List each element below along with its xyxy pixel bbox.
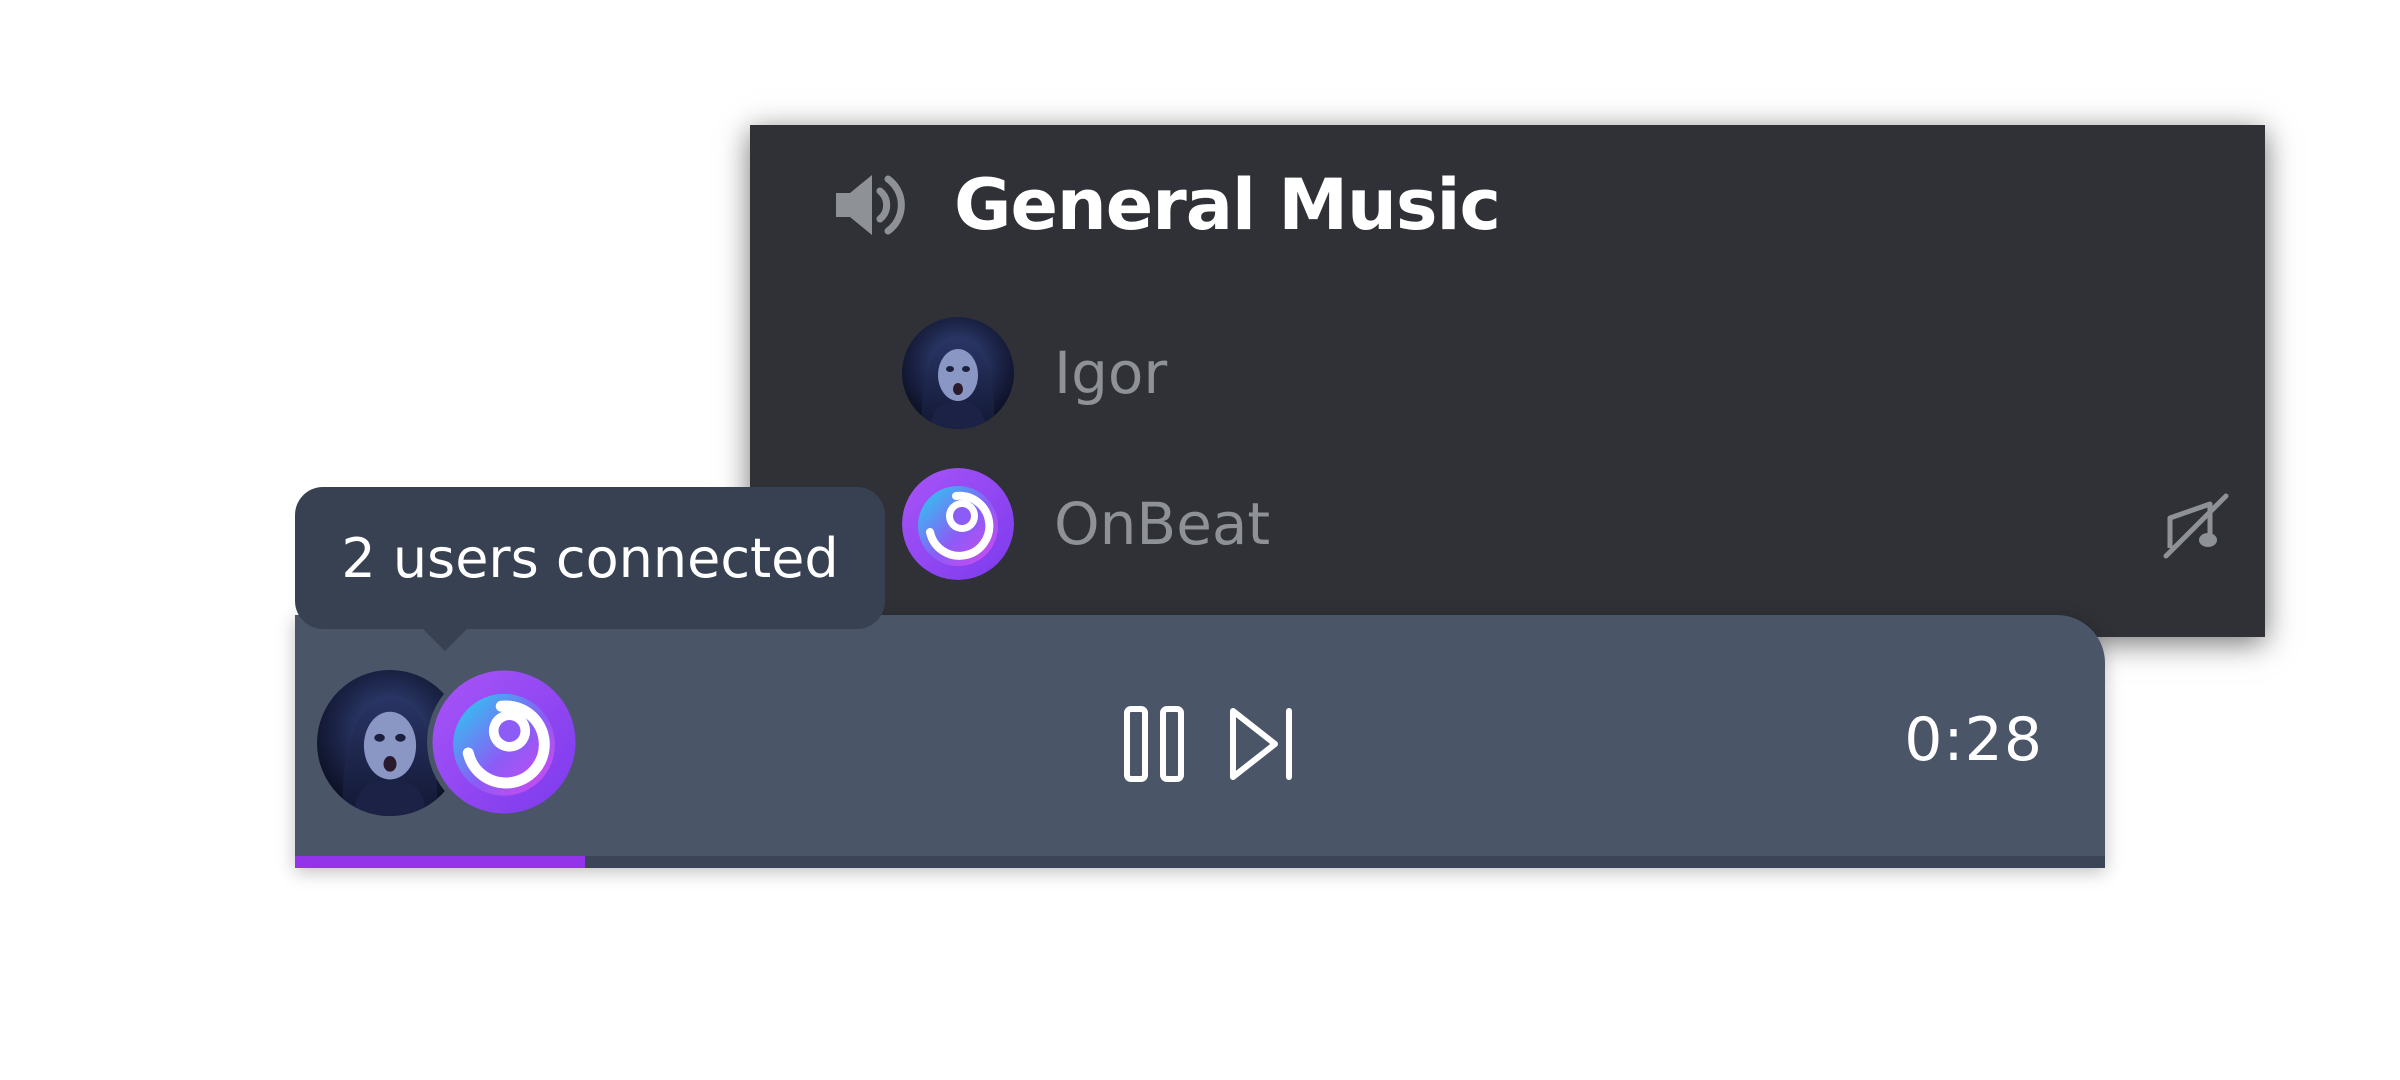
voice-channel-panel: General Music Igor OnBeat xyxy=(750,125,2265,637)
onbeat-logo-avatar xyxy=(902,468,1014,580)
onbeat-logo-avatar xyxy=(427,665,581,819)
progress-fill xyxy=(295,856,585,868)
member-name: Igor xyxy=(1054,339,1168,407)
music-player-bar: 0:28 xyxy=(295,615,2105,868)
music-muted-icon xyxy=(2160,490,2232,562)
connected-users-avatars[interactable] xyxy=(317,665,581,820)
channel-title: General Music xyxy=(954,164,1501,246)
playback-controls xyxy=(1123,705,1297,787)
progress-bar[interactable] xyxy=(295,856,2105,868)
skip-next-icon[interactable] xyxy=(1227,705,1297,787)
tooltip-text: 2 users connected xyxy=(341,526,839,590)
user-photo-avatar xyxy=(902,317,1014,429)
channel-member-igor[interactable]: Igor xyxy=(902,317,2202,429)
stage: General Music Igor OnBeat 0:28 2 users c… xyxy=(0,0,2400,1080)
tooltip-arrow xyxy=(421,627,469,651)
speaker-icon xyxy=(830,163,914,247)
users-connected-tooltip: 2 users connected xyxy=(295,487,885,651)
channel-member-onbeat[interactable]: OnBeat xyxy=(902,468,2229,580)
member-name: OnBeat xyxy=(1054,490,1271,558)
channel-header[interactable]: General Music xyxy=(830,155,1501,255)
pause-icon[interactable] xyxy=(1123,705,1185,787)
playback-time: 0:28 xyxy=(1904,705,2043,775)
